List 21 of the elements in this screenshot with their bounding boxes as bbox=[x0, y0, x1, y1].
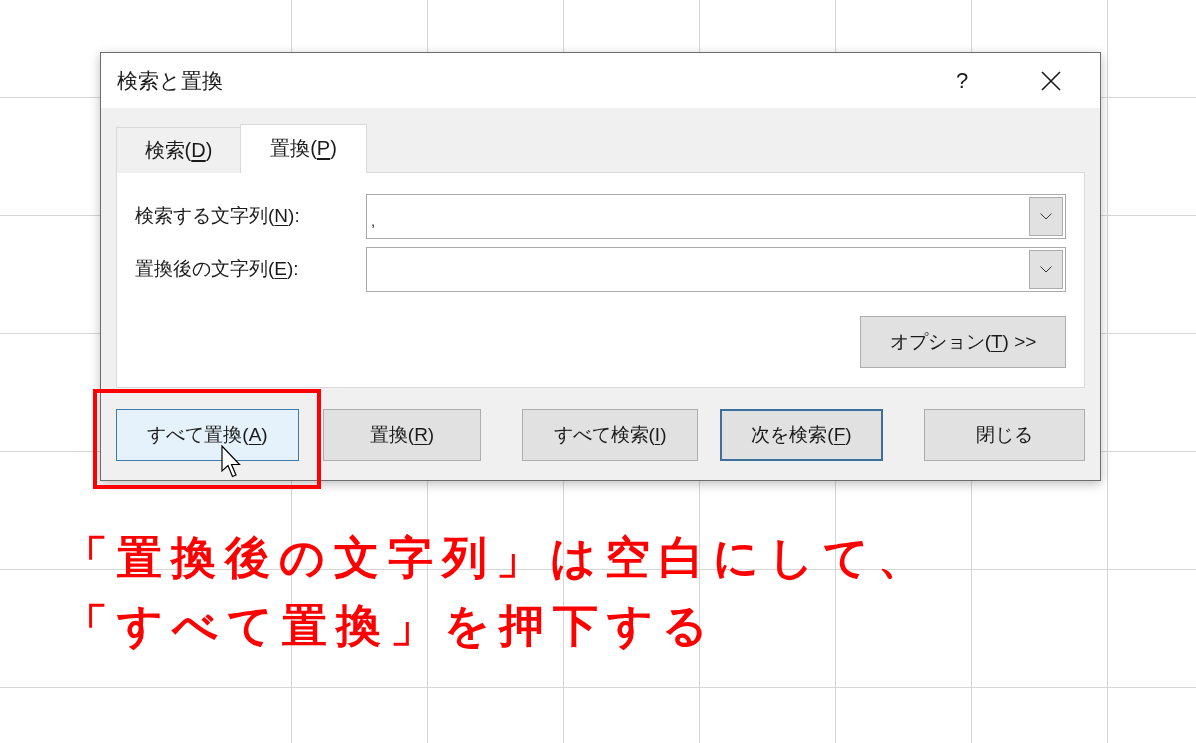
options-button[interactable]: オプション(T) >> bbox=[860, 316, 1066, 368]
tab[interactable]: 置換(P) bbox=[240, 124, 367, 173]
chevron-down-icon bbox=[1040, 266, 1052, 273]
field-label: 置換後の文字列(E): bbox=[135, 257, 300, 282]
dialog-button[interactable]: 置換(R) bbox=[323, 409, 481, 461]
mouse-pointer-icon bbox=[221, 445, 241, 478]
dialog-button[interactable]: すべて置換(A) bbox=[116, 409, 299, 461]
help-button[interactable]: ? bbox=[939, 60, 985, 101]
dialog-button[interactable]: 次を検索(F) bbox=[720, 409, 883, 461]
annotation-text: 「置換後の文字列」は空白にして、 「すべて置換」を押下する bbox=[63, 531, 932, 653]
combo-box[interactable]: , bbox=[366, 194, 1066, 239]
dropdown-button[interactable] bbox=[1029, 250, 1063, 289]
dialog-button[interactable]: すべて検索(I) bbox=[522, 409, 698, 461]
tab[interactable]: 検索(D) bbox=[116, 127, 240, 173]
field-label: 検索する文字列(N): bbox=[135, 204, 301, 229]
close-icon bbox=[1041, 70, 1061, 91]
window-title: 検索と置換 bbox=[117, 70, 223, 91]
chevron-down-icon bbox=[1040, 213, 1052, 220]
dropdown-button[interactable] bbox=[1029, 197, 1063, 236]
combo-box[interactable] bbox=[366, 247, 1066, 292]
dialog-button[interactable]: 閉じる bbox=[924, 409, 1085, 461]
